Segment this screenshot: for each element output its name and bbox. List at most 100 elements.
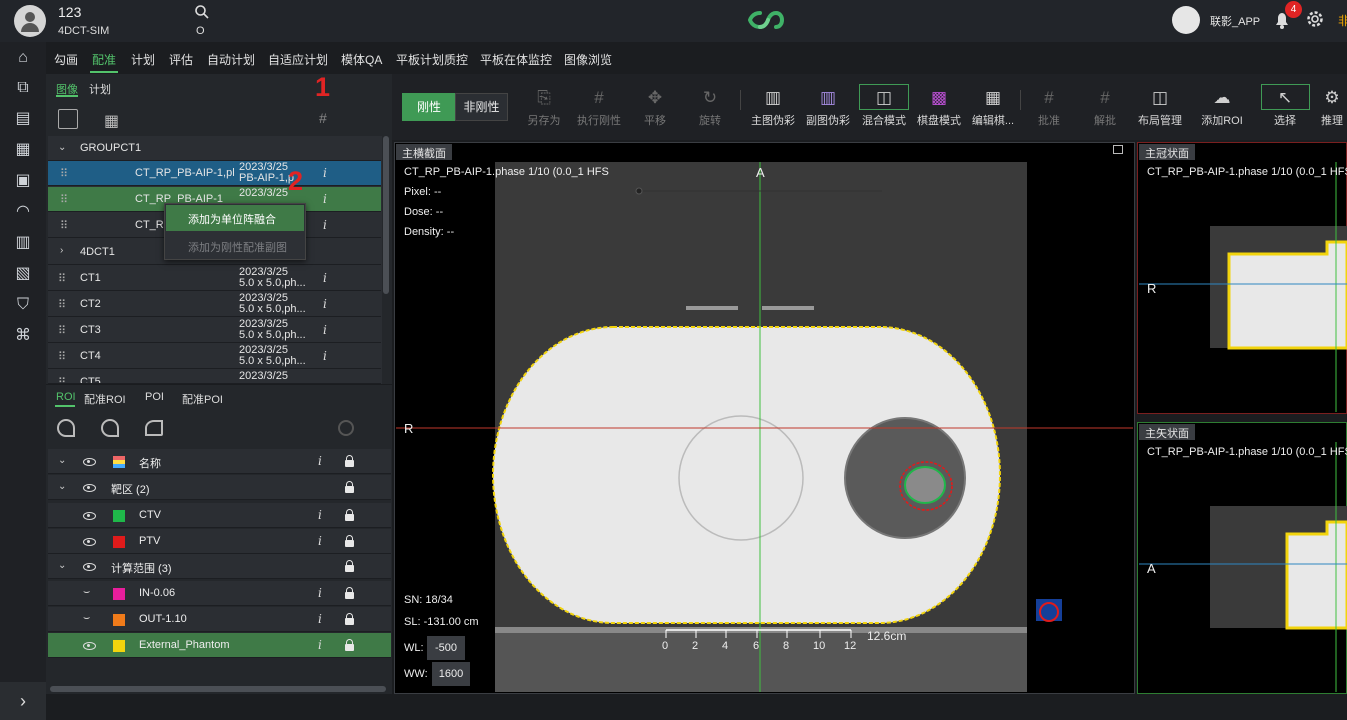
eye-icon[interactable] [83,458,96,466]
info-icon[interactable]: i [323,297,327,311]
approve-button[interactable]: # 批准 [1022,86,1076,128]
chevron-right-icon[interactable]: › [60,245,63,256]
registration-icon[interactable]: ▣ [11,169,35,193]
lock-icon[interactable] [345,481,354,493]
roi-row-ctv[interactable]: CTV i [48,503,391,528]
grid-view-icon[interactable]: ▦ [104,111,119,131]
info-icon[interactable]: i [323,192,327,206]
menu-auto-plan[interactable]: 自动计划 [207,51,255,68]
select-button[interactable]: ↖ 选择 [1258,86,1312,128]
info-icon[interactable]: i [323,166,327,180]
headset-icon[interactable]: ◠ [11,200,35,224]
info-icon[interactable]: i [318,586,322,600]
edit-checkerboard-button[interactable]: ▦ 编辑棋... [966,86,1020,128]
image-row-selected[interactable]: ⠿ CT_RP_PB-AIP-1,pl 2023/3/25 PB-AIP-1,p … [48,161,381,186]
chevron-down-icon[interactable]: ⌄ [58,481,66,492]
search-icon[interactable] [194,4,210,20]
roi-row-out[interactable]: ⌣ OUT-1.10 i [48,607,391,632]
info-icon[interactable]: i [323,349,327,363]
user-avatar-icon[interactable] [14,5,46,37]
tab-poi[interactable]: POI [145,391,164,403]
info-icon[interactable]: i [323,323,327,337]
tab-plans[interactable]: 计划 [89,81,111,97]
unapprove-button[interactable]: # 解批 [1078,86,1132,128]
tab-reg-poi[interactable]: 配准POI [182,391,223,407]
infer-button[interactable]: ⚙ 推理 [1312,86,1347,128]
menu-epid-invivo[interactable]: 平板在体监控 [480,51,552,68]
info-icon[interactable]: i [318,612,322,626]
blend-mode-button[interactable]: ◫ 混合模式 [857,86,911,128]
add-roi-button[interactable]: ☁ 添加ROI [1195,86,1249,128]
roi-color-swatch[interactable] [113,588,125,600]
menu-image-browse[interactable]: 图像浏览 [564,51,612,68]
secondary-colormap-button[interactable]: ▥ 副图伪彩 [801,86,855,128]
menu-adaptive-plan[interactable]: 自适应计划 [268,51,328,68]
ct-row[interactable]: ⠿ CT3 2023/3/25 5.0 x 5.0,ph... i [48,318,381,343]
refresh-icon[interactable] [338,420,354,436]
lock-icon[interactable] [345,560,354,572]
shield-icon[interactable]: ⛉ [11,293,35,317]
ct-row[interactable]: ⠿ CT2 2023/3/25 5.0 x 5.0,ph... i [48,292,381,317]
roi-color-swatch[interactable] [113,510,125,522]
clipboard-icon[interactable]: ▤ [11,107,35,131]
menu-contour[interactable]: 勾画 [54,51,78,68]
eye-closed-icon[interactable]: ⌣ [83,612,90,625]
info-icon[interactable]: i [318,508,322,522]
gear-icon[interactable] [1305,9,1325,29]
maximize-icon[interactable] [1113,145,1123,154]
eye-icon[interactable] [83,512,96,520]
qa-icon[interactable]: ▧ [11,262,35,286]
menu-phantom-qa[interactable]: 模体QA [341,51,382,68]
menu-evaluate[interactable]: 评估 [169,51,193,68]
tab-reg-roi[interactable]: 配准ROI [84,391,126,407]
menu-add-identity-fusion[interactable]: 添加为单位阵融合 [166,205,304,231]
info-icon[interactable]: i [318,534,322,548]
roi-color-swatch[interactable] [113,614,125,626]
fusion-grid-icon[interactable]: # [319,110,327,126]
roi-color-swatch[interactable] [113,640,125,652]
layout-button[interactable]: ◫ 布局管理 [1133,86,1187,128]
menu-epid-plan-qa[interactable]: 平板计划质控 [396,51,468,68]
eye-icon[interactable] [83,484,96,492]
info-icon[interactable]: i [318,638,322,652]
save-as-button[interactable]: ⎘ 另存为 [517,86,571,128]
window-level-input[interactable]: -500 [427,636,465,660]
primary-colormap-button[interactable]: ▥ 主图伪彩 [746,86,800,128]
home-icon[interactable]: ⌂ [11,46,35,70]
roi-row-external[interactable]: External_Phantom i [48,633,391,658]
expand-chevron-icon[interactable]: › [0,682,46,720]
app-user-avatar[interactable] [1172,6,1200,34]
eye-icon[interactable] [83,538,96,546]
lock-icon[interactable] [345,639,354,651]
copy-icon[interactable]: ⧉ [11,76,35,100]
ct-row[interactable]: ⠿ CT4 2023/3/25 5.0 x 5.0,ph... i [48,344,381,369]
command-icon[interactable]: ⌘ [11,324,35,348]
roi-import-icon[interactable] [101,419,119,437]
info-icon[interactable]: i [323,218,327,232]
eye-closed-icon[interactable]: ⌣ [83,586,90,599]
roi-color-swatch[interactable] [113,536,125,548]
eye-icon[interactable] [83,642,96,650]
roi-row-in[interactable]: ⌣ IN-0.06 i [48,581,391,606]
rigid-toggle[interactable]: 刚性 [402,93,456,121]
report-icon[interactable]: ▦ [11,138,35,162]
auto-contour-icon[interactable] [57,419,75,437]
eye-icon[interactable] [83,563,96,571]
roi-row-ptv[interactable]: PTV i [48,529,391,554]
roi-group-row[interactable]: ⌄ 计算范围 (3) [48,554,391,579]
chevron-down-icon[interactable]: ⌄ [58,142,66,153]
lock-icon[interactable] [345,509,354,521]
menu-add-rigid-secondary[interactable]: 添加为刚性配准副图 [166,233,304,259]
group-row-groupct1[interactable]: ⌄ GROUPCT1 [48,136,381,161]
roi-hscrollbar[interactable] [50,686,386,692]
lock-icon[interactable] [345,455,354,467]
roi-group-row[interactable]: ⌄ 靶区 (2) [48,475,391,500]
import-image-icon[interactable] [58,109,78,129]
nonrigid-toggle[interactable]: 非刚性 [455,93,508,121]
info-icon[interactable]: i [323,271,327,285]
ct-row[interactable]: ⠿ CT1 2023/3/25 5.0 x 5.0,ph... i [48,266,381,291]
checkerboard-button[interactable]: ▩ 棋盘模式 [912,86,966,128]
menu-registration[interactable]: 配准 [92,51,116,68]
info-icon[interactable]: i [318,454,322,468]
ct-row[interactable]: ⠿ CT5 2023/3/25 [48,370,381,384]
